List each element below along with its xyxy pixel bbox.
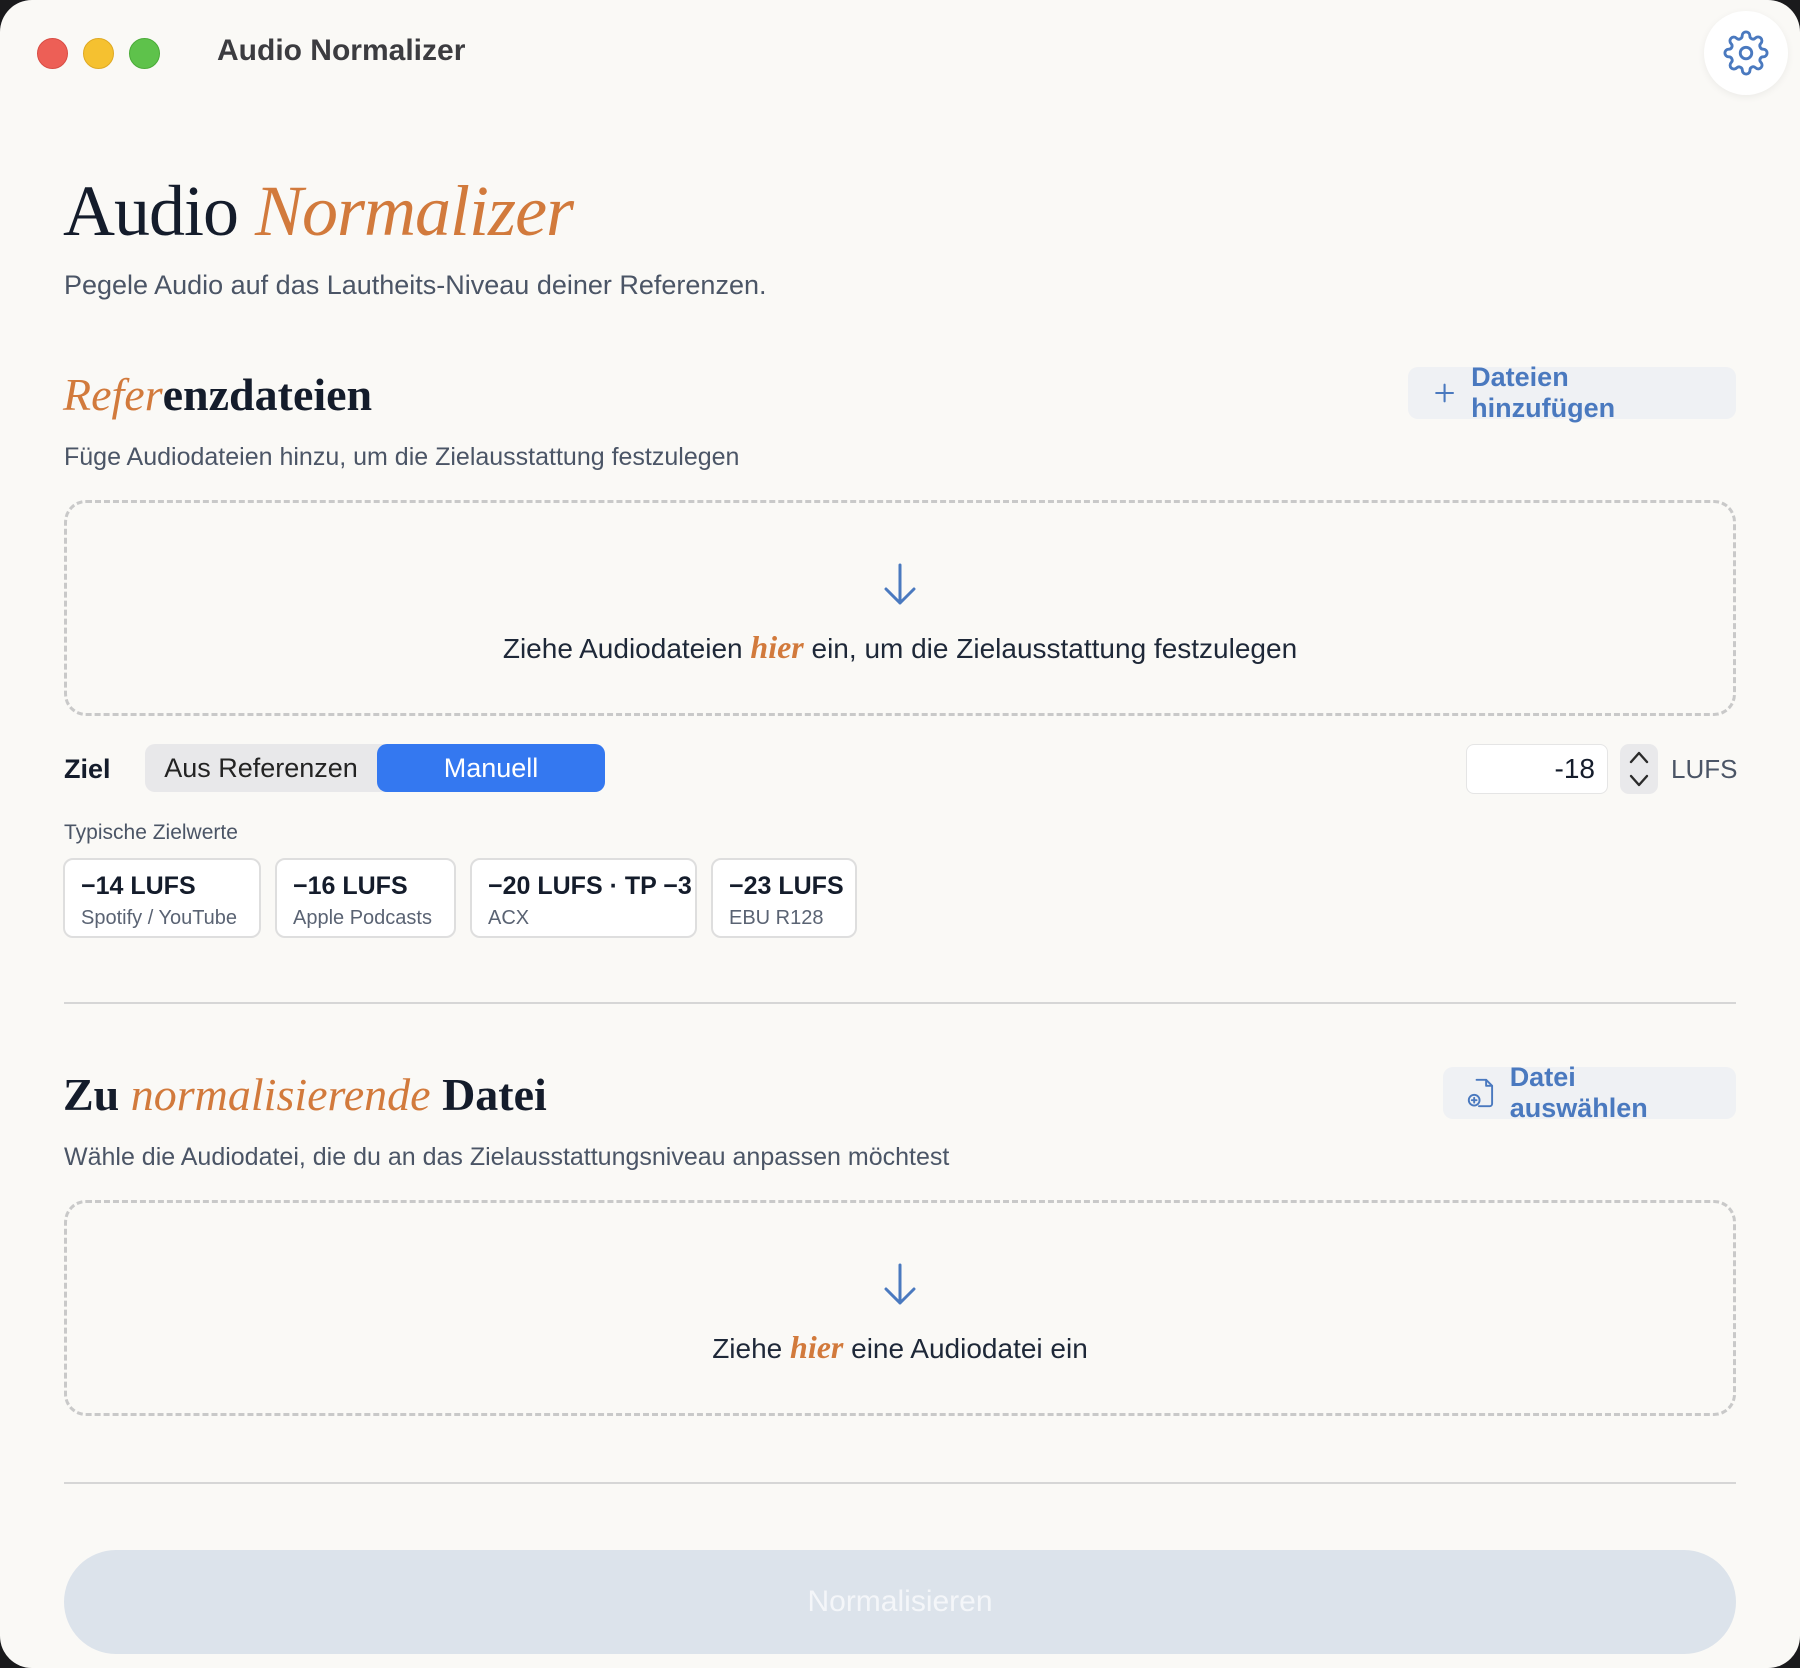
gear-icon — [1723, 30, 1769, 76]
settings-button[interactable] — [1704, 11, 1788, 95]
preset-value: −16 LUFS — [293, 872, 408, 900]
chevron-up-icon[interactable] — [1627, 748, 1651, 766]
section-divider — [64, 1002, 1736, 1004]
dropzone-text-accent: hier — [790, 1329, 844, 1365]
input-file-title-plain-1: Zu — [63, 1069, 131, 1120]
input-file-title-accent: normalisierende — [130, 1069, 431, 1120]
dropzone-text-before: Ziehe Audiodateien — [502, 633, 751, 664]
page-title: Audio Normalizer — [63, 170, 574, 253]
arrow-down-icon — [884, 1263, 916, 1305]
input-file-title: Zu normalisierende Datei — [63, 1068, 547, 1121]
target-lufs-stepper[interactable] — [1620, 744, 1658, 794]
target-mode-control: Aus Referenzen Manuell — [145, 744, 605, 792]
preset-description: Spotify / YouTube — [81, 907, 238, 929]
preset-chip[interactable]: −20 LUFS · TP −3 ACX — [470, 858, 697, 938]
mode-from-references[interactable]: Aus Referenzen — [145, 744, 377, 792]
page-subtitle: Pegele Audio auf das Lautheits-Niveau de… — [64, 270, 767, 300]
dropzone-text-after: ein, um die Zielausstattung festzulegen — [803, 633, 1298, 664]
target-label: Ziel — [64, 754, 111, 784]
input-file-dropzone[interactable]: Ziehe hier eine Audiodatei ein — [64, 1200, 1736, 1416]
section-divider — [64, 1482, 1736, 1484]
input-file-dropzone-text: Ziehe hier eine Audiodatei ein — [67, 1329, 1733, 1366]
preset-description: ACX — [488, 907, 530, 929]
minimize-window-button[interactable] — [83, 38, 114, 69]
presets-label: Typische Zielwerte — [64, 821, 238, 844]
arrow-down-icon — [884, 563, 916, 605]
dropzone-text-accent: hier — [750, 629, 804, 665]
title-bar: Audio Normalizer — [0, 0, 1800, 104]
page-title-accent: Normalizer — [255, 171, 574, 251]
mode-manual[interactable]: Manuell — [377, 744, 605, 792]
chevron-down-icon[interactable] — [1627, 772, 1651, 790]
input-file-subtitle: Wähle die Audiodatei, die du an das Ziel… — [64, 1143, 950, 1171]
preset-value: −20 LUFS · TP −3 — [488, 872, 692, 900]
preset-description: Apple Podcasts — [293, 907, 432, 929]
normalize-button[interactable]: Normalisieren — [64, 1550, 1736, 1654]
preset-value: −14 LUFS — [81, 872, 196, 900]
references-title-rest: enzdateien — [162, 369, 373, 420]
window-title: Audio Normalizer — [217, 34, 466, 67]
target-unit-label: LUFS — [1671, 754, 1738, 784]
references-dropzone-text: Ziehe Audiodateien hier ein, um die Ziel… — [67, 629, 1733, 666]
preset-chip[interactable]: −14 LUFS Spotify / YouTube — [63, 858, 261, 938]
plus-icon — [1435, 383, 1455, 403]
references-title: Referenzdateien — [63, 368, 372, 421]
references-subtitle: Füge Audiodateien hinzu, um die Zielauss… — [64, 443, 740, 471]
app-window: Audio Normalizer Audio Normalizer Pegele… — [0, 0, 1800, 1668]
add-files-label: Dateien hinzufügen — [1471, 362, 1616, 423]
input-file-title-plain-2: Datei — [430, 1069, 547, 1120]
dropzone-text-before: Ziehe — [712, 1333, 791, 1364]
preset-description: EBU R128 — [729, 907, 824, 929]
dropzone-text-after: eine Audiodatei ein — [843, 1333, 1088, 1364]
add-files-button[interactable]: Dateien hinzufügen — [1408, 362, 1736, 423]
references-dropzone[interactable]: Ziehe Audiodateien hier ein, um die Ziel… — [64, 500, 1736, 716]
page-title-plain: Audio — [63, 171, 255, 251]
select-file-label: Datei auswählen — [1509, 1062, 1648, 1123]
zoom-window-button[interactable] — [129, 38, 160, 69]
target-lufs-input[interactable]: -18 — [1466, 744, 1608, 794]
close-window-button[interactable] — [37, 38, 68, 69]
select-file-button[interactable]: Datei auswählen — [1443, 1062, 1736, 1123]
references-title-accent: Refer — [63, 369, 163, 420]
preset-value: −23 LUFS — [729, 872, 844, 900]
preset-chip[interactable]: −16 LUFS Apple Podcasts — [275, 858, 456, 938]
preset-chip[interactable]: −23 LUFS EBU R128 — [711, 858, 857, 938]
file-add-icon — [1467, 1078, 1494, 1108]
